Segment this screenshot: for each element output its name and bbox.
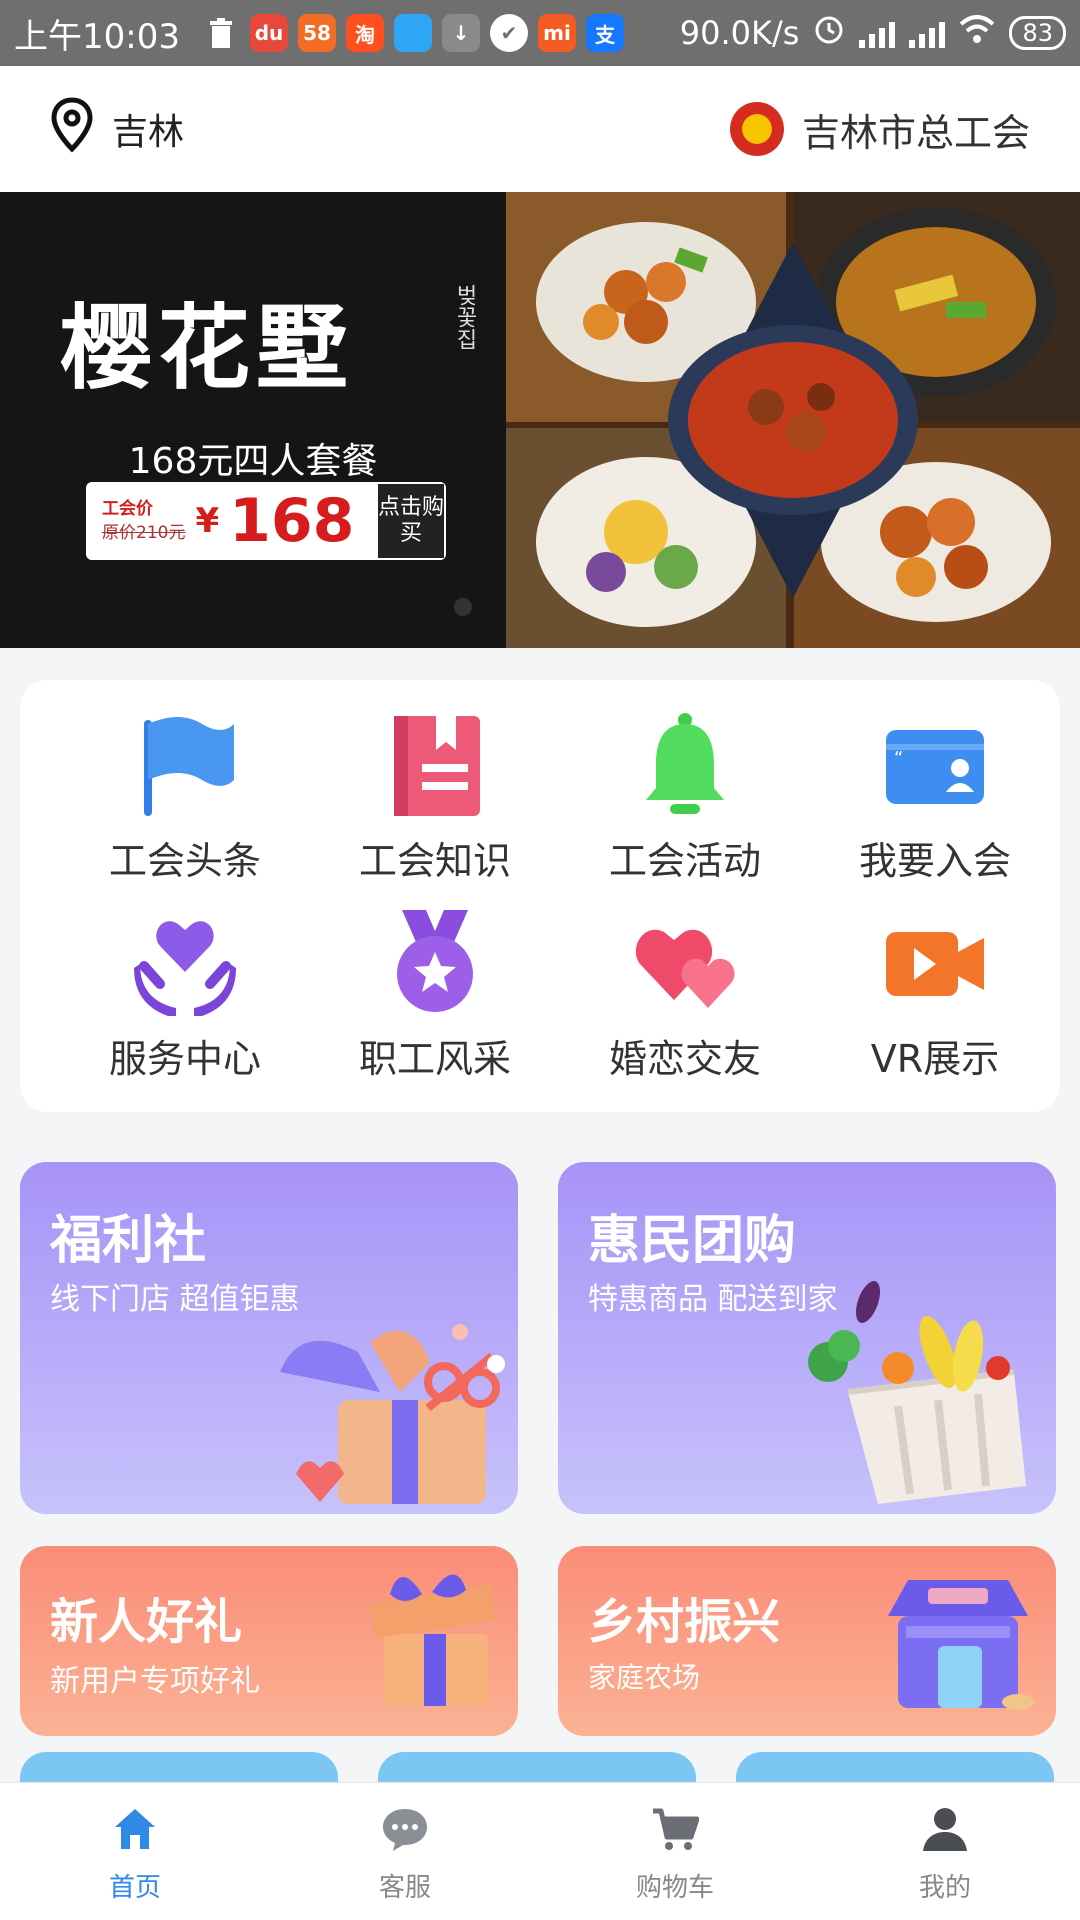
group-buy-card-title: 惠民团购 [588,1211,797,1271]
category-label: VR展示 [870,1037,1000,1081]
category-staff-showcase[interactable]: 职工风采 [310,908,560,1083]
bottom-navigation: 首页 客服 购物车 我的 [0,1782,1080,1920]
category-union-activities[interactable]: 工会活动 [560,710,810,885]
medal-icon [380,908,490,1018]
status-time: 上午10:03 [14,16,180,57]
shop-icon [888,1580,1034,1710]
category-label: 我要入会 [858,839,1011,883]
organization-selector[interactable]: 吉林市总工会 [729,102,1030,157]
home-icon [111,1805,159,1857]
category-label: 工会知识 [358,839,511,883]
signal-icon [859,18,896,48]
mi-app-icon: mi [537,14,576,52]
buy-button[interactable]: 点击购买 [376,482,446,560]
category-union-knowledge[interactable]: 工会知识 [310,710,560,885]
taobao-app-icon: 淘 [345,14,384,52]
location-selector[interactable]: 吉林 [50,96,185,162]
currency-symbol: ¥ [195,501,220,541]
category-label: 服务中心 [108,1037,261,1081]
flag-icon [130,710,240,820]
member-card-icon: “ [880,710,990,820]
trash-icon [202,14,240,52]
nav-label: 我的 [918,1873,971,1903]
category-vr-display[interactable]: VR展示 [810,908,1060,1083]
carousel-dot[interactable] [454,598,472,616]
banner-brand: 樱花墅 [60,294,355,402]
banner-food-image [506,192,1080,648]
rural-revival-card[interactable]: 乡村振兴 家庭农场 [558,1546,1056,1736]
rural-revival-card-title: 乡村振兴 [588,1594,781,1650]
food-collage-image [506,192,1080,648]
newcomer-gift-card-title: 新人好礼 [50,1594,243,1650]
nav-customer-service[interactable]: 客服 [270,1783,540,1920]
category-join-union[interactable]: “ 我要入会 [810,710,1060,885]
banner-brand-sub: 벚꽃집 [452,284,477,350]
nav-label: 客服 [378,1873,431,1903]
nav-profile[interactable]: 我的 [810,1783,1080,1920]
video-camera-icon [880,908,990,1018]
chat-icon [381,1805,429,1857]
hearts-icon [630,908,740,1018]
union-price-label: 工会价 [102,499,153,519]
svg-text:“: “ [894,748,903,769]
nav-home[interactable]: 首页 [0,1783,270,1920]
banner-text-panel: 樱花墅 벚꽃집 168元四人套餐 工会价 原价210元 ¥ 168 点击购买 [0,192,506,648]
check-app-icon: ✔ [489,14,528,52]
blue-app-icon [393,14,432,52]
category-label: 工会活动 [608,839,761,883]
book-icon [380,710,490,820]
wifi-icon [959,14,995,52]
group-buy-card[interactable]: 惠民团购 特惠商品 配送到家 [558,1162,1056,1514]
nav-label: 首页 [108,1873,161,1903]
category-dating[interactable]: 婚恋交友 [560,908,810,1083]
rural-revival-card-subtitle: 家庭农场 [588,1661,701,1694]
welfare-card-title: 福利社 [50,1211,207,1271]
category-label: 婚恋交友 [608,1037,761,1081]
bell-icon [630,710,740,820]
network-speed: 90.0K/s [679,14,800,52]
nav-cart[interactable]: 购物车 [540,1783,810,1920]
gift-icon [370,1574,496,1706]
category-grid: 工会头条 工会知识 工会活动 “ 我要入会 服务中心 职工风采 婚恋交友 VR展… [20,680,1060,1112]
du-app-icon: du [249,14,288,52]
alipay-app-icon: 支 [585,14,624,52]
battery-indicator: 83 [1009,16,1066,50]
category-label: 职工风采 [358,1037,511,1081]
promo-banner[interactable]: 樱花墅 벚꽃집 168元四人套餐 工会价 原价210元 ¥ 168 点击购买 [0,192,1080,648]
cart-icon [651,1805,700,1857]
banner-price: 168 [229,486,355,556]
top-header: 吉林 吉林市总工会 [0,66,1080,192]
category-service-center[interactable]: 服务中心 [60,908,310,1083]
organization-name: 吉林市总工会 [801,110,1030,155]
newcomer-gift-card[interactable]: 新人好礼 新用户专项好礼 [20,1546,518,1736]
signal-icon-2 [909,18,946,48]
heart-hands-icon [130,908,240,1018]
banner-price-box[interactable]: 工会价 原价210元 ¥ 168 点击购买 [86,482,446,560]
nav-label: 购物车 [635,1873,714,1903]
banner-set-title: 168元四人套餐 [128,441,378,482]
location-pin-icon [50,96,94,162]
download-icon: ↓ [441,14,480,52]
user-icon [921,1805,969,1857]
gift-box-illustration [280,1324,505,1504]
newcomer-gift-card-subtitle: 新用户专项好礼 [50,1664,260,1699]
union-logo [729,102,784,156]
vegetable-basket-illustration [808,1281,1026,1504]
location-label: 吉林 [112,112,185,153]
58-app-icon: 58 [297,14,336,52]
original-price: 原价210元 [102,523,186,543]
category-union-news[interactable]: 工会头条 [60,710,310,885]
status-bar: 上午10:03 du 58 淘 ↓ ✔ mi 支 90.0K/s 83 [0,0,1080,66]
category-label: 工会头条 [108,839,261,883]
alarm-icon [813,13,845,53]
welfare-card[interactable]: 福利社 线下门店 超值钜惠 [20,1162,518,1514]
